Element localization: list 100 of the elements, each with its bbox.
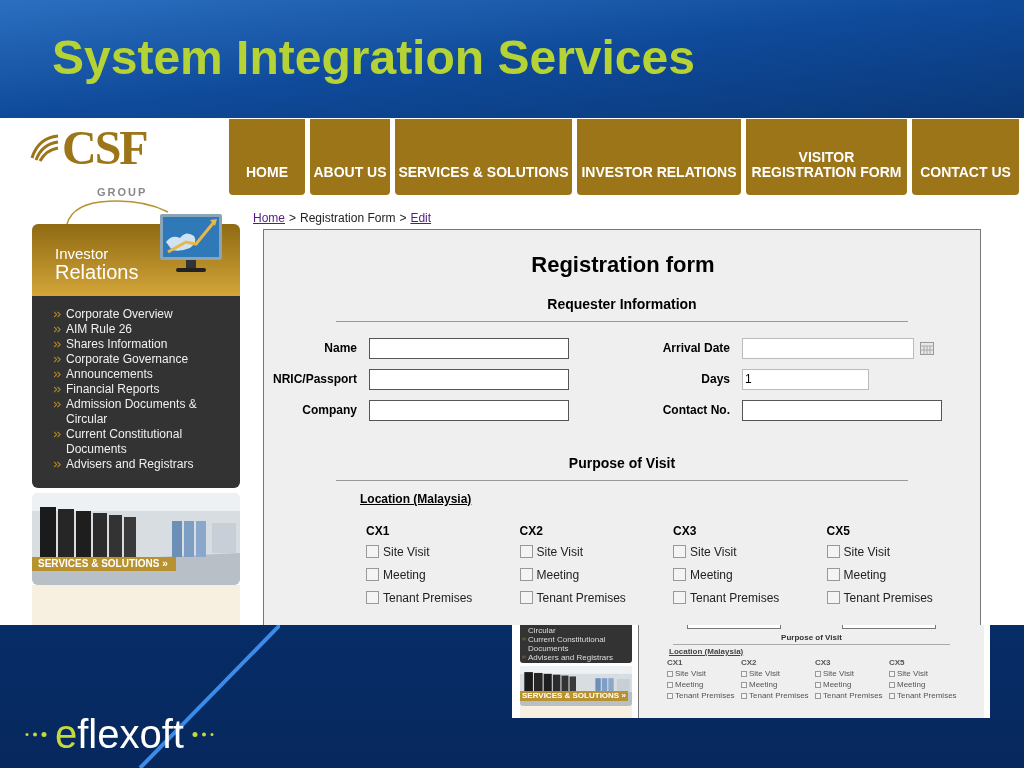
nav-tab[interactable]: HOME [229, 119, 305, 195]
sidebar-link[interactable]: Corporate Governance [66, 352, 189, 367]
field-label: Contact No. [661, 402, 730, 419]
breadcrumb-text: > [289, 211, 297, 226]
nav-tab[interactable]: ABOUT US [310, 119, 390, 195]
location-heading: Location (Malaysia) [669, 647, 745, 657]
checkbox[interactable] [826, 568, 840, 581]
field-label: Company [301, 402, 357, 419]
checkbox-label: Meeting [536, 566, 580, 584]
checkbox-label: Site Visit [749, 668, 780, 679]
sidebar-link[interactable]: Admission Documents & Circular [66, 397, 232, 427]
nav-tab[interactable]: CONTACT US [912, 119, 1019, 195]
chevron-icon [54, 386, 61, 393]
field-label: Days [700, 371, 730, 388]
checkbox[interactable] [366, 568, 379, 581]
checkbox[interactable] [889, 681, 895, 688]
input-field[interactable] [369, 337, 569, 359]
swoosh-icon [30, 132, 60, 162]
nav-tab[interactable]: SERVICES & SOLUTIONS [395, 119, 572, 195]
chevron-icon [54, 431, 61, 438]
checkbox[interactable] [673, 591, 686, 604]
checkbox-label: Site Visit [536, 543, 583, 561]
breadcrumb-link[interactable]: Edit [410, 211, 432, 226]
checkbox[interactable] [826, 591, 840, 604]
checkbox-label: Meeting [749, 679, 778, 690]
checkbox-label: Tenant Premises [536, 589, 626, 607]
checkbox-label: Site Visit [690, 543, 737, 561]
chevron-icon [54, 371, 61, 378]
sidebar-link[interactable]: Current Constitutional Documents [66, 427, 232, 457]
location-heading: CX3 [673, 523, 698, 540]
dots-icon [25, 731, 47, 737]
checkbox[interactable] [889, 670, 895, 677]
chevron-icon [54, 461, 61, 468]
calendar-icon[interactable] [920, 341, 934, 355]
chevron-icon [54, 326, 61, 333]
sidebar-link[interactable]: Circular [528, 626, 628, 635]
slide-title: System Integration Services [52, 30, 695, 86]
breadcrumb-link[interactable]: Home [253, 211, 285, 226]
sidebar-link[interactable]: Advisers and Registrars [66, 457, 194, 472]
field-label: NRIC/Passport [271, 371, 357, 388]
footer-logo: eflexoft [55, 712, 184, 756]
checkbox[interactable] [889, 692, 895, 699]
sidebar-link[interactable]: Shares Information [66, 337, 168, 352]
nav-tab[interactable]: INVESTOR RELATIONS [577, 119, 741, 195]
location-heading: CX1 [667, 658, 684, 668]
checkbox-label: Meeting [843, 566, 887, 584]
location-heading: CX2 [741, 658, 758, 668]
chevron-icon [522, 637, 526, 641]
section-heading: Purpose of Visit [781, 633, 842, 643]
checkbox-label: Meeting [823, 679, 852, 690]
location-heading: CX2 [519, 523, 544, 540]
chevron-icon [522, 655, 526, 659]
sidebar-link[interactable]: Corporate Overview [66, 307, 173, 322]
checkbox-label: Site Visit [823, 668, 854, 679]
checkbox[interactable] [826, 545, 840, 558]
sidebar-link[interactable]: Current Constitutional Documents [528, 635, 628, 653]
checkbox[interactable] [815, 670, 821, 677]
input-field[interactable] [742, 399, 942, 421]
sidebar-link[interactable]: Financial Reports [66, 382, 160, 397]
field-label: Arrival Date [661, 340, 730, 357]
nav-tab[interactable]: VISITOR REGISTRATION FORM [746, 119, 907, 195]
checkbox[interactable] [741, 692, 747, 699]
input-field[interactable] [369, 399, 569, 421]
checkbox[interactable] [741, 681, 747, 688]
sidebar-link[interactable]: Announcements [66, 367, 153, 382]
checkbox-label: Tenant Premises [675, 690, 735, 701]
checkbox[interactable] [815, 681, 821, 688]
sidebar-link[interactable]: Advisers and Registrars [528, 653, 628, 662]
checkbox[interactable] [673, 545, 686, 558]
checkbox[interactable] [519, 545, 533, 558]
checkbox-label: Site Visit [675, 668, 706, 679]
input-field[interactable] [742, 337, 914, 359]
checkbox-label: Meeting [675, 679, 704, 690]
chevron-icon [54, 341, 61, 348]
checkbox[interactable] [366, 591, 379, 604]
checkbox-label: Site Visit [897, 668, 928, 679]
checkbox-label: Meeting [897, 679, 926, 690]
dots-icon [191, 731, 214, 737]
checkbox[interactable] [667, 681, 673, 688]
form-title: Registration form [530, 252, 716, 278]
input-field[interactable]: 1 [742, 368, 869, 390]
checkbox-label: Tenant Premises [897, 690, 957, 701]
checkbox-label: Site Visit [383, 543, 430, 561]
location-heading: CX1 [366, 523, 391, 540]
checkbox[interactable] [366, 545, 379, 558]
checkbox[interactable] [667, 670, 673, 677]
breadcrumb-text: Registration Form [300, 211, 396, 226]
checkbox[interactable] [673, 568, 686, 581]
checkbox[interactable] [519, 568, 533, 581]
field-label: Name [323, 340, 357, 357]
checkbox-label: Meeting [690, 566, 733, 584]
location-heading: Location (Malaysia) [360, 491, 473, 508]
input-field[interactable] [369, 368, 569, 390]
checkbox[interactable] [815, 692, 821, 699]
chevron-icon [54, 311, 61, 318]
checkbox[interactable] [519, 591, 533, 604]
sidebar-link[interactable]: AIM Rule 26 [66, 322, 133, 337]
checkbox[interactable] [667, 692, 673, 699]
checkbox[interactable] [741, 670, 747, 677]
checkbox-label: Meeting [383, 566, 426, 584]
